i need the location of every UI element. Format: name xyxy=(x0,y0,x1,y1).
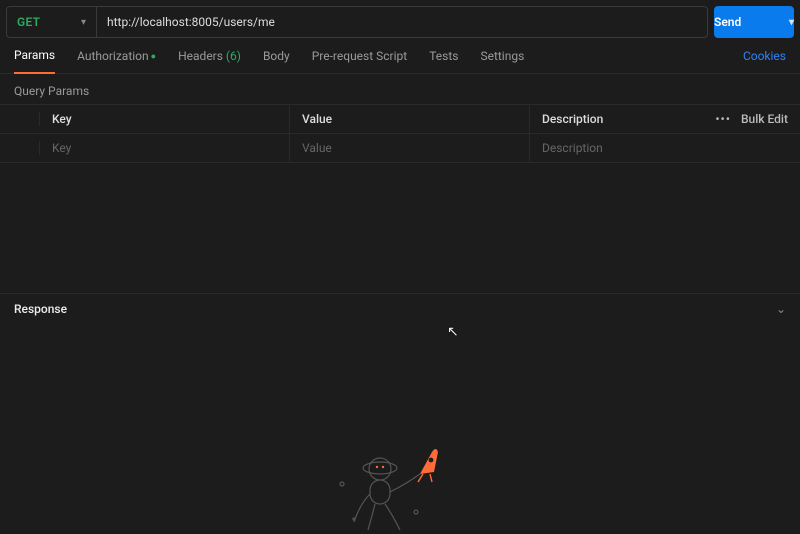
cookies-link[interactable]: Cookies xyxy=(743,49,786,73)
chevron-down-icon: ⌄ xyxy=(776,302,786,316)
col-value: Value xyxy=(290,105,530,133)
chevron-down-icon: ▾ xyxy=(81,17,86,28)
dot-icon: ● xyxy=(151,52,156,62)
key-input[interactable]: Key xyxy=(40,134,290,162)
more-icon[interactable]: ••• xyxy=(715,112,731,126)
tab-authorization[interactable]: Authorization● xyxy=(77,49,156,73)
cursor-icon: ↖ xyxy=(447,324,459,340)
tab-params[interactable]: Params xyxy=(14,48,55,74)
send-label: Send xyxy=(714,15,741,29)
query-params-header: Key Value Description ••• Bulk Edit xyxy=(0,104,800,134)
method-value: GET xyxy=(17,15,40,29)
tab-body[interactable]: Body xyxy=(263,49,290,73)
tab-tests[interactable]: Tests xyxy=(429,49,458,73)
tab-settings[interactable]: Settings xyxy=(480,49,524,73)
query-params-label: Query Params xyxy=(0,74,800,104)
query-param-row[interactable]: Key Value Description xyxy=(0,134,800,163)
chevron-down-icon[interactable]: ▾ xyxy=(789,17,794,28)
response-header[interactable]: Response ⌄ xyxy=(0,293,800,324)
empty-state-illustration xyxy=(320,434,480,534)
url-input[interactable]: http://localhost:8005/users/me xyxy=(96,6,708,38)
bulk-edit-button[interactable]: Bulk Edit xyxy=(741,112,788,126)
method-selector[interactable]: GET ▾ xyxy=(6,6,96,38)
url-value: http://localhost:8005/users/me xyxy=(107,15,275,29)
tab-pre-request[interactable]: Pre-request Script xyxy=(312,49,407,73)
send-button[interactable]: Send ▾ xyxy=(714,6,794,38)
value-input[interactable]: Value xyxy=(290,134,530,162)
tab-headers[interactable]: Headers (6) xyxy=(178,49,241,73)
response-label: Response xyxy=(14,302,67,316)
col-description: Description xyxy=(542,112,603,126)
col-key: Key xyxy=(40,105,290,133)
description-input[interactable]: Description xyxy=(530,134,800,162)
request-tabs: Params Authorization● Headers (6) Body P… xyxy=(0,38,800,74)
